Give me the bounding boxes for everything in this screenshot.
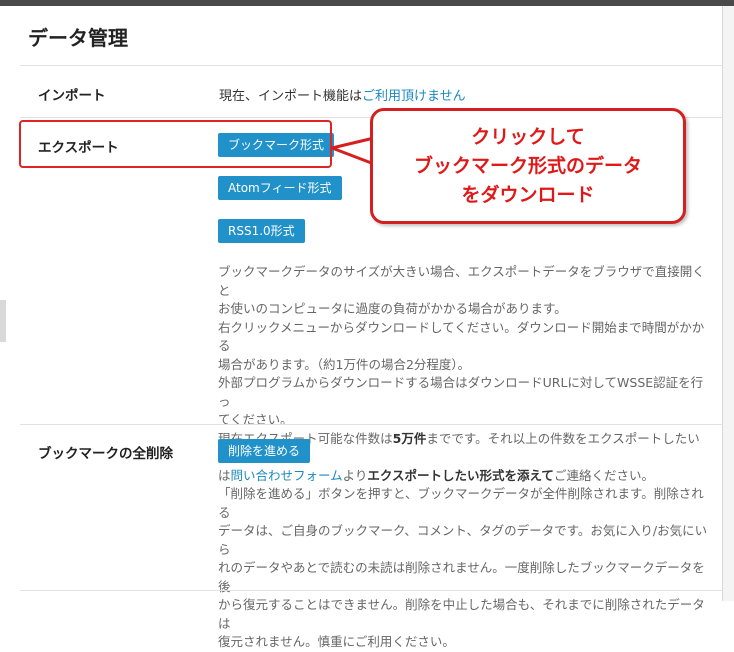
export-atom-feed-button[interactable]: Atomフィード形式	[218, 176, 342, 200]
export-highlight-box	[19, 120, 332, 168]
desc-line: 場合があります。（約1万件の場合2分程度）。	[218, 356, 471, 372]
desc-line: は問い合わせフォームよりエクスポートしたい形式を添えてご連絡ください。	[218, 467, 708, 486]
annotation-line: クリックして	[471, 125, 585, 148]
desc-line: から復元することはできません。削除を中止した場合も、それまでに削除されたデータは	[218, 597, 705, 631]
desc-emphasis: エクスポートしたい形式を添えて	[367, 467, 554, 483]
desc-line: お使いのコンピュータに過度の負荷がかかる場合があります。	[218, 301, 567, 316]
desc-line: 外部プログラムからダウンロードする場合はダウンロードURLに対してWSSE認証を…	[218, 375, 704, 409]
desc-text: より	[342, 467, 368, 483]
export-rss-button[interactable]: RSS1.0形式	[218, 219, 305, 243]
desc-line: 復元されません。慎重にご利用ください。	[218, 634, 455, 649]
import-status: 現在、インポート機能はご利用頂けません	[219, 85, 466, 104]
contact-form-link[interactable]: 問い合わせフォーム	[231, 468, 343, 483]
annotation-line: ブックマーク形式のデータ	[413, 154, 642, 177]
import-label: インポート	[38, 88, 106, 104]
desc-line: 右クリックメニューからダウンロードしてください。ダウンロード開始まで時間がかかる	[218, 319, 705, 354]
import-unavailable-link[interactable]: ご利用頂けません	[362, 89, 466, 104]
desc-line: ブックマークデータのサイズが大きい場合、エクスポートデータをブラウザで直接開くと	[218, 264, 705, 298]
page-title: データ管理	[28, 26, 128, 50]
divider	[20, 590, 722, 591]
divider	[20, 424, 722, 425]
delete-proceed-button[interactable]: 削除を進める	[218, 439, 311, 463]
annotation-callout: クリックして ブックマーク形式のデータ をダウンロード	[370, 108, 686, 224]
desc-line: データは、ご自身のブックマーク、コメント、タグのデータです。お気に入り/お気にい…	[218, 523, 708, 557]
top-bar	[0, 0, 734, 6]
annotation-line: をダウンロード	[461, 183, 595, 206]
export-limit-count: 5万件	[392, 430, 427, 446]
scroll-gutter	[723, 6, 734, 601]
desc-text: は	[218, 467, 231, 483]
divider	[20, 65, 722, 66]
desc-line: てください。	[218, 412, 293, 427]
delete-all-label: ブックマークの全削除	[38, 446, 173, 462]
desc-text: ご連絡ください。	[553, 467, 654, 483]
delete-description: 「削除を進める」ボタンを押すと、ブックマークデータが全件削除されます。削除される…	[218, 485, 708, 652]
import-status-text: 現在、インポート機能は	[219, 89, 363, 104]
desc-line: 「削除を進める」ボタンを押すと、ブックマークデータが全件削除されます。削除される	[218, 486, 704, 520]
left-edge-marker	[0, 300, 6, 342]
